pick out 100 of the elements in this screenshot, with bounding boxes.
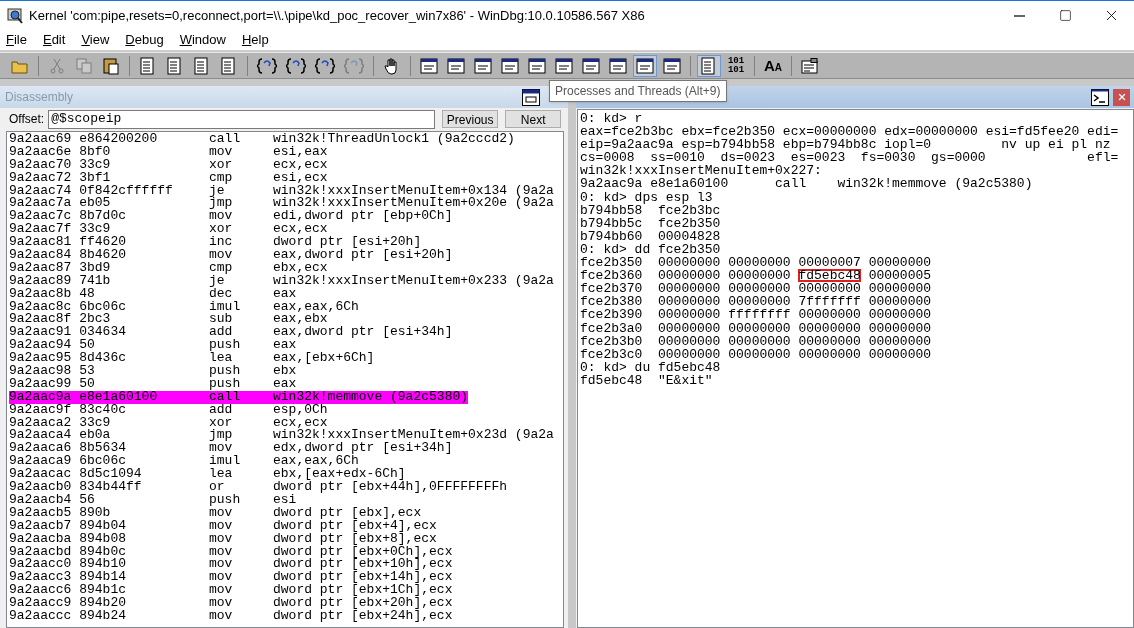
disassembly-row[interactable]: 9a2aaca9 6bc06c imul eax,eax,6Ch	[9, 455, 359, 469]
window-icon	[522, 88, 540, 106]
menu-item[interactable]: Edit	[42, 30, 66, 50]
step-icon	[344, 56, 364, 75]
disassembly-row[interactable]: 9a2aaca2 33c9 xor ecx,ecx	[9, 416, 328, 430]
menu-item[interactable]: View	[81, 30, 110, 50]
disassembly-row[interactable]: 9a2aac94 50 push eax	[9, 339, 297, 353]
document-icon	[167, 56, 183, 75]
console-line: eax=fce2b3bc ebx=fce2b350 ecx=00000000 edx=00000000 esi=fd5fee20 edi=	[580, 125, 1120, 139]
disassembly-row[interactable]: 9a2aac8b 48 dec eax	[9, 287, 297, 301]
disassembly-row[interactable]: 9a2aacac 8d5c1094 lea ebx,[eax+edx-6Ch]	[9, 468, 406, 482]
console-line: b794bb58 fce2b3bc	[580, 203, 722, 217]
window-icon	[474, 57, 492, 74]
disassembly-row[interactable]: 9a2aacb7 894b04 mov dword ptr [ebx+4],ecx	[9, 519, 437, 533]
disassembly-row[interactable]: 9a2aac70 33c9 xor ecx,ecx	[9, 158, 328, 172]
disassembly-row[interactable]: 9a2aac72 3bf1 cmp esi,ecx	[9, 171, 328, 185]
copy-icon	[76, 57, 92, 74]
window-icon	[447, 57, 465, 74]
disassembly-row[interactable]: 9a2aacb4 56 push esi	[9, 493, 297, 507]
disassembly-row[interactable]: 9a2aac7f 33c9 xor ecx,ecx	[9, 223, 328, 237]
console-line: fce2b350 00000000 00000000 00000007 00000000	[580, 256, 933, 270]
disassembly-row[interactable]: 9a2aacc9 894b20 mov dword ptr [ebx+20h],ecx	[9, 597, 453, 610]
disassembly-row[interactable]: 9a2aac95 8d436c lea eax,[ebx+6Ch]	[9, 352, 375, 366]
disassembly-row[interactable]: 9a2aac74 0f842cffffff je win32k!xxxInsertMenuItem+0x134 (9a2a	[9, 184, 554, 198]
disassembly-row[interactable]: 9a2aac84 8b4620 mov eax,dword ptr [esi+20h]	[9, 249, 453, 262]
options-icon	[801, 57, 820, 74]
disassembly-row[interactable]: 9a2aac99 50 push eax	[9, 377, 297, 391]
console-line: b794bb5c fce2b350	[580, 216, 722, 230]
console-text: 00000005	[867, 269, 932, 283]
clipboard-icon	[103, 56, 119, 75]
disassembly-row[interactable]: 9a2aacb0 834b44ff or dword ptr [ebx+44h],0FFFFFFFFh	[9, 481, 508, 494]
offset-label: Offset:	[9, 111, 45, 128]
tooltip: Processes and Threads (Alt+9)	[549, 80, 727, 102]
window-icon	[420, 57, 438, 74]
step-icon	[286, 56, 306, 75]
panel-close-button[interactable]	[1113, 88, 1130, 106]
disassembly-row[interactable]: 9a2aac98 53 push ebx	[9, 365, 297, 378]
disassembly-row[interactable]: 9a2aac9a e8e1a60100 call win32k!memmove (9a2c5380)	[9, 390, 469, 404]
console-line: 0: kd> dd fce2b350	[580, 242, 722, 257]
panel-title: Disassembly	[5, 89, 73, 106]
console-line: b794bb60 00004828	[580, 229, 722, 243]
disassembly-row[interactable]: 9a2aacb5 890b mov dword ptr [ebx],ecx	[9, 506, 422, 520]
window-icon	[663, 57, 681, 74]
console-line: fce2b380 00000000 00000000 7fffffff 00000000	[580, 295, 933, 309]
debugger-app-icon	[7, 7, 23, 24]
step-icon	[315, 56, 335, 75]
disassembly-row[interactable]: 9a2aac6e 8bf0 mov esi,eax	[9, 145, 328, 159]
console-line: 0: kd> r	[580, 112, 644, 126]
disassembly-row[interactable]: 9a2aacbd 894b0c mov dword ptr [ebx+0Ch],ecx	[9, 545, 453, 559]
disassembly-row[interactable]: 9a2aaccc 894b24 mov dword ptr [ebx+24h],ecx	[9, 609, 453, 623]
disassembly-row[interactable]: 9a2aac91 034634 add eax,dword ptr [esi+34h]	[9, 326, 453, 340]
disassembly-row[interactable]: 9a2aac9f 83c40c add esp,0Ch	[9, 403, 328, 417]
console-line: 0: kd> dps esp l3	[580, 190, 713, 204]
menu-item[interactable]: Window	[179, 30, 226, 50]
close-icon	[1116, 92, 1127, 102]
console-line: fce2b3b0 00000000 00000000 00000000 00000000	[580, 334, 933, 348]
offset-field[interactable]: @$scopeip	[48, 109, 436, 129]
disassembly-row[interactable]: 9a2aac7a eb05 jmp win32k!xxxInsertMenuItem+0x20e (9a2a	[9, 197, 554, 211]
menu-item[interactable]: Debug	[125, 30, 164, 50]
disassembly-row[interactable]: 9a2aac89 741b je win32k!xxxInsertMenuItem+0x233 (9a2a	[9, 274, 554, 288]
minimize-icon	[1013, 14, 1025, 17]
console-line: fd5ebc48 "E&xit"	[580, 373, 714, 387]
document-icon	[221, 56, 237, 75]
console-line: fce2b3a0 00000000 00000000 00000000 00000000	[580, 321, 933, 335]
console-line: eip=9a2aac9a esp=b794bb58 ebp=b794bb8c iopl=0 nv up ei pl nz	[580, 138, 1111, 152]
disassembly-row[interactable]: 9a2aaca4 eb0a jmp win32k!xxxInsertMenuItem+0x23d (9a2a	[9, 429, 554, 443]
window-icon	[582, 57, 600, 74]
console-line: 0: kd> du fd5ebc48	[580, 360, 722, 374]
disassembly-row[interactable]: 9a2aac8f 2bc3 sub eax,ebx	[9, 313, 328, 327]
document-icon	[701, 56, 717, 75]
menu-item[interactable]: Help	[241, 30, 269, 50]
window-icon	[528, 57, 546, 74]
maximize-icon	[1058, 9, 1072, 22]
disassembly-row[interactable]: 9a2aac7c 8b7d0c mov edi,dword ptr [ebp+0Ch]	[9, 210, 453, 224]
disassembly-row[interactable]: 9a2aacba 894b08 mov dword ptr [ebx+8],ecx	[9, 532, 437, 546]
console-line: fce2b3c0 00000000 00000000 00000000 00000000	[580, 347, 933, 361]
disassembly-row[interactable]: 9a2aacc6 894b1c mov dword ptr [ebx+1Ch],ecx	[9, 584, 453, 598]
disassembly-row[interactable]: 9a2aac87 3bd9 cmp ebx,ecx	[9, 261, 328, 275]
console-line: fce2b370 00000000 00000000 00000000 00000000	[580, 282, 933, 296]
disassembly-row[interactable]: 9a2aac81 ff4620 inc dword ptr [esi+20h]	[9, 236, 422, 249]
console-line: 9a2aac9a e8e1a60100 call win32k!memmove (9a2c5380)	[580, 177, 1034, 191]
window-icon	[555, 57, 573, 74]
nav-button[interactable]: Previous	[442, 110, 499, 128]
nav-button[interactable]: Next	[505, 110, 562, 128]
window-icon	[501, 57, 519, 74]
document-icon	[194, 56, 210, 75]
console-text: fce2b360 00000000 00000000	[580, 269, 792, 283]
disassembly-row[interactable]: 9a2aac69 e864200200 call win32k!ThreadUnlock1 (9a2cccd2)	[9, 133, 515, 146]
console-line: cs=0008 ss=0010 ds=0023 es=0023 fs=0030 gs=0000 efl=	[580, 151, 1120, 165]
console-icon	[1091, 88, 1109, 106]
window-icon	[609, 57, 627, 74]
toolbar-button[interactable]	[633, 54, 657, 77]
document-icon	[140, 56, 156, 75]
window-title: Kernel 'com:pipe,resets=0,reconnect,port=\\.\pipe\kd_poc_recover_win7x86' - WinDbg:10.0.10586.567 X86	[29, 6, 645, 25]
scissors-icon	[50, 57, 64, 74]
window-icon	[636, 57, 654, 74]
disassembly-row[interactable]: 9a2aac8c 6bc06c imul eax,eax,6Ch	[9, 300, 359, 314]
console-line: win32k!xxxInsertMenuItem+0x227:	[580, 164, 823, 178]
menu-item[interactable]: File	[6, 30, 27, 50]
step-icon	[257, 56, 277, 75]
